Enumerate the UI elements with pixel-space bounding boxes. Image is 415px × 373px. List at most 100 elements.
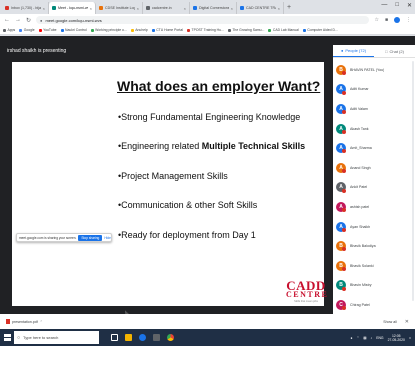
chevron-up-icon[interactable]: ⌃ <box>40 320 43 324</box>
bookmark-item[interactable]: CTU Home Portal <box>151 28 183 32</box>
mic-muted-icon <box>342 168 346 173</box>
url-text: meet.google.com/kqu-nsmi-wvs <box>45 17 102 23</box>
chevron-up-tray-icon[interactable]: ⌃ <box>356 336 359 340</box>
start-button[interactable] <box>0 329 14 346</box>
taskbar-search-input[interactable]: ○ Type here to search <box>14 331 99 344</box>
search-icon: ○ <box>17 334 21 341</box>
participant-name: ashish patel <box>350 204 370 209</box>
close-tab-icon[interactable]: × <box>43 6 45 11</box>
browser-tab[interactable]: Meet - kqu-nsmi-wvs× <box>49 2 96 14</box>
close-download-bar-icon[interactable]: ✕ <box>405 319 409 325</box>
participant-row[interactable]: B Bhavin Mistry <box>333 276 415 296</box>
mic-muted-icon <box>342 188 346 193</box>
tab-label: Inbox (1,730) - bijaypatel@ya... <box>11 6 41 10</box>
panel-scrollbar[interactable] <box>412 61 414 301</box>
tab-label: CAD CENTRE TRAINING <box>246 6 276 10</box>
mic-muted-icon <box>342 208 346 213</box>
chrome-icon[interactable] <box>167 334 174 341</box>
network-icon[interactable]: ▩ <box>363 336 366 340</box>
tab-label: Meet - kqu-nsmi-wvs <box>58 6 88 10</box>
slide-bullet: •Strong Fundamental Engineering Knowledg… <box>118 112 300 122</box>
minimize-icon[interactable]: — <box>381 2 387 9</box>
bookmark-label: TPOST Training Hu... <box>191 28 224 32</box>
mic-muted-icon <box>342 247 346 252</box>
profile-avatar[interactable] <box>394 17 400 23</box>
bookmark-favicon-icon <box>3 28 6 32</box>
bookmark-item[interactable]: Apps <box>3 28 15 32</box>
browser-tab[interactable]: Inbox (1,730) - bijaypatel@ya...× <box>2 2 49 14</box>
slide-bullet: •Communication & other Soft Skills <box>118 200 257 210</box>
participant-row[interactable]: B BHAVIN PATEL (You) <box>333 60 415 80</box>
bookmark-item[interactable]: The Growing Samu... <box>227 28 264 32</box>
participant-row[interactable]: A Amit_Sharma <box>333 138 415 158</box>
tab-favicon-icon <box>5 6 9 10</box>
download-bar: presentation.pdf ⌃ Show all ✕ <box>0 314 415 329</box>
people-tray-icon[interactable]: ● <box>350 336 352 340</box>
language-label[interactable]: ENG <box>376 336 383 340</box>
participant-row[interactable]: Aashish patel <box>333 197 415 217</box>
close-tab-icon[interactable]: × <box>137 6 139 11</box>
participant-row[interactable]: A Anand Singh <box>333 158 415 178</box>
participant-row[interactable]: B Bhavik Balodiya <box>333 236 415 256</box>
participant-row[interactable]: C Chirag Patel <box>333 295 415 315</box>
file-explorer-icon[interactable] <box>125 334 132 341</box>
participant-name: Aditi Valam <box>350 106 368 111</box>
task-view-icon[interactable] <box>111 334 118 341</box>
close-tab-icon[interactable]: × <box>231 6 233 11</box>
bookmark-item[interactable]: Naukri Control <box>60 28 87 32</box>
bookmark-favicon-icon <box>227 28 231 32</box>
close-tab-icon[interactable]: × <box>90 6 92 11</box>
participant-row[interactable]: A Aditi Kumar <box>333 80 415 100</box>
tab-chat[interactable]: □ Chat (2) <box>374 45 415 57</box>
bookmark-item[interactable]: YouTube <box>38 28 57 32</box>
clock[interactable]: 12:05 27-05-2020 <box>388 334 405 342</box>
bookmark-item[interactable]: Computer Aided D... <box>302 28 338 32</box>
slide-bullet: •Engineering related Multiple Technical … <box>118 141 305 151</box>
hide-button[interactable]: Hide <box>104 236 111 240</box>
store-icon[interactable] <box>153 334 160 341</box>
close-window-icon[interactable]: ✕ <box>407 2 412 9</box>
maximize-icon[interactable]: □ <box>395 2 399 9</box>
volume-icon[interactable]: ♪ <box>371 336 373 340</box>
participant-name: Bhavin Mistry <box>350 283 372 288</box>
bookmark-item[interactable]: Google <box>19 28 35 32</box>
download-item[interactable]: presentation.pdf ⌃ <box>6 319 43 324</box>
participant-row[interactable]: A Ayan Shaikh <box>333 217 415 237</box>
browser-tab[interactable]: CAD CENTRE TRAINING× <box>237 2 284 14</box>
bookmark-item[interactable]: CAD Lab Manual <box>268 28 299 32</box>
participant-row[interactable]: B Bhavik Solanki <box>333 256 415 276</box>
people-panel: ● People (72) □ Chat (2) B BHAVIN PATEL (… <box>333 45 415 330</box>
bookmark-item[interactable]: Anuhelp <box>130 28 148 32</box>
clock-date: 27-05-2020 <box>387 337 405 342</box>
menu-icon[interactable]: ⋮ <box>406 17 411 23</box>
search-placeholder: Type here to search <box>23 335 59 340</box>
participant-row[interactable]: A Aditi Valam <box>333 99 415 119</box>
close-tab-icon[interactable]: × <box>184 6 186 11</box>
close-tab-icon[interactable]: × <box>278 6 280 11</box>
forward-icon[interactable]: → <box>15 17 21 23</box>
edge-icon[interactable] <box>139 334 146 341</box>
address-bar[interactable]: ● meet.google.com/kqu-nsmi-wvs <box>36 16 370 24</box>
participant-row[interactable]: A Akash Tank <box>333 119 415 139</box>
reload-icon[interactable]: ↻ <box>26 17 31 24</box>
bookmark-item[interactable]: TPOST Training Hu... <box>187 28 224 32</box>
panel-tabs: ● People (72) □ Chat (2) <box>333 45 415 58</box>
browser-tab[interactable]: Digital Cornerstone and Hip...× <box>190 2 237 14</box>
star-icon[interactable]: ☆ <box>374 17 378 23</box>
participant-name: Anand Singh <box>350 165 371 170</box>
pdf-file-icon <box>6 319 10 324</box>
bookmark-item[interactable]: Working principle o... <box>90 28 127 32</box>
mic-muted-icon <box>342 90 346 95</box>
participant-row[interactable]: A Ankit Patel <box>333 178 415 198</box>
stop-sharing-button[interactable]: Stop sharing <box>78 234 103 241</box>
show-all-button[interactable]: Show all <box>383 320 397 324</box>
tab-people[interactable]: ● People (72) <box>333 45 374 57</box>
notifications-icon[interactable]: □ <box>409 336 411 340</box>
new-tab-icon[interactable]: + <box>284 2 294 14</box>
browser-tab[interactable]: cadcentre.in × <box>143 2 190 14</box>
extensions-icon[interactable]: ■ <box>385 17 388 23</box>
browser-tab[interactable]: CDSE Institute Login× <box>96 2 143 14</box>
bookmark-favicon-icon <box>38 28 42 32</box>
back-icon[interactable]: ← <box>4 17 10 23</box>
bookmark-favicon-icon <box>187 28 190 32</box>
